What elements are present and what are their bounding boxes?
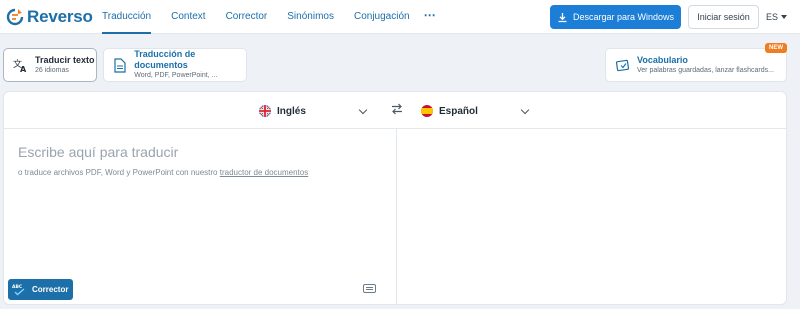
spellcheck-icon: ABC <box>12 284 25 296</box>
source-chevron-down-icon[interactable] <box>358 105 368 115</box>
caret-down-icon <box>781 15 788 19</box>
mode-translate-documents[interactable]: Traducción de documentos Word, PDF, Powe… <box>103 48 247 82</box>
target-language-selector[interactable]: Español <box>421 102 478 120</box>
logo-text: Reverso <box>27 7 93 26</box>
more-options-icon[interactable]: ⋯ <box>424 0 437 34</box>
mode-documents-subtitle: Word, PDF, PowerPoint, ... <box>134 72 218 79</box>
document-hint: o traduce archivos PDF, Word y PowerPoin… <box>18 168 308 177</box>
corrector-button[interactable]: ABC Corrector <box>8 279 73 300</box>
nav-traduccion[interactable]: Traducción <box>102 0 152 34</box>
panel-divider <box>396 129 397 304</box>
nav-context[interactable]: Context <box>171 0 205 34</box>
nav-sinonimos[interactable]: Sinónimos <box>287 0 334 34</box>
document-icon <box>112 57 127 73</box>
new-badge: NEW <box>765 43 787 53</box>
nav-conjugacion[interactable]: Conjugación <box>354 0 410 34</box>
download-windows-button[interactable]: Descargar para Windows <box>550 5 681 29</box>
top-header: Reverso Traducción Context Corrector Sin… <box>0 0 800 34</box>
login-button[interactable]: Iniciar sesión <box>688 5 759 29</box>
mode-translate-text[interactable]: 文 A Traducir texto 26 idiomas <box>3 48 97 82</box>
download-icon <box>558 12 567 22</box>
translate-icon: 文 A <box>12 57 28 73</box>
reverso-logo[interactable]: Reverso <box>6 6 93 28</box>
mode-vocabulary-title: Vocabulario <box>637 54 688 65</box>
spain-flag-icon <box>421 105 433 117</box>
target-language-label: Español <box>439 105 478 117</box>
mode-text-subtitle: 26 idiomas <box>35 66 69 74</box>
nav-corrector[interactable]: Corrector <box>226 0 268 34</box>
flashcards-icon <box>614 57 630 73</box>
ui-language-label: ES <box>766 12 779 22</box>
document-translator-link[interactable]: traductor de documentos <box>220 168 309 177</box>
language-bar: Inglés Español <box>4 92 786 129</box>
source-text-input[interactable]: Escribe aquí para traducir <box>18 144 178 160</box>
corrector-label: Corrector <box>32 285 69 294</box>
keyboard-icon[interactable] <box>363 284 376 293</box>
reverso-logo-icon <box>6 8 24 26</box>
mode-documents-title: Traducción de documentos <box>134 49 196 70</box>
target-chevron-down-icon[interactable] <box>520 105 530 115</box>
translator-panel: Inglés Español Escribe aquí para traduci… <box>3 91 787 305</box>
mode-vocabulary[interactable]: Vocabulario Ver palabras guardadas, lanz… <box>605 43 787 82</box>
main-nav: Traducción Context Corrector Sinónimos C… <box>92 0 437 34</box>
source-language-label: Inglés <box>277 105 306 117</box>
source-language-selector[interactable]: Inglés <box>259 102 306 120</box>
ui-language-selector[interactable]: ES <box>766 5 788 29</box>
svg-text:A: A <box>20 65 27 73</box>
svg-text:ABC: ABC <box>12 284 23 290</box>
hint-text: o traduce archivos PDF, Word y PowerPoin… <box>18 168 220 177</box>
download-label: Descargar para Windows <box>572 12 675 22</box>
swap-languages-icon[interactable] <box>390 102 404 116</box>
mode-text-title: Traducir texto <box>35 54 95 65</box>
uk-flag-icon <box>259 105 271 117</box>
mode-vocabulary-subtitle: Ver palabras guardadas, lanzar flashcard… <box>637 66 774 74</box>
